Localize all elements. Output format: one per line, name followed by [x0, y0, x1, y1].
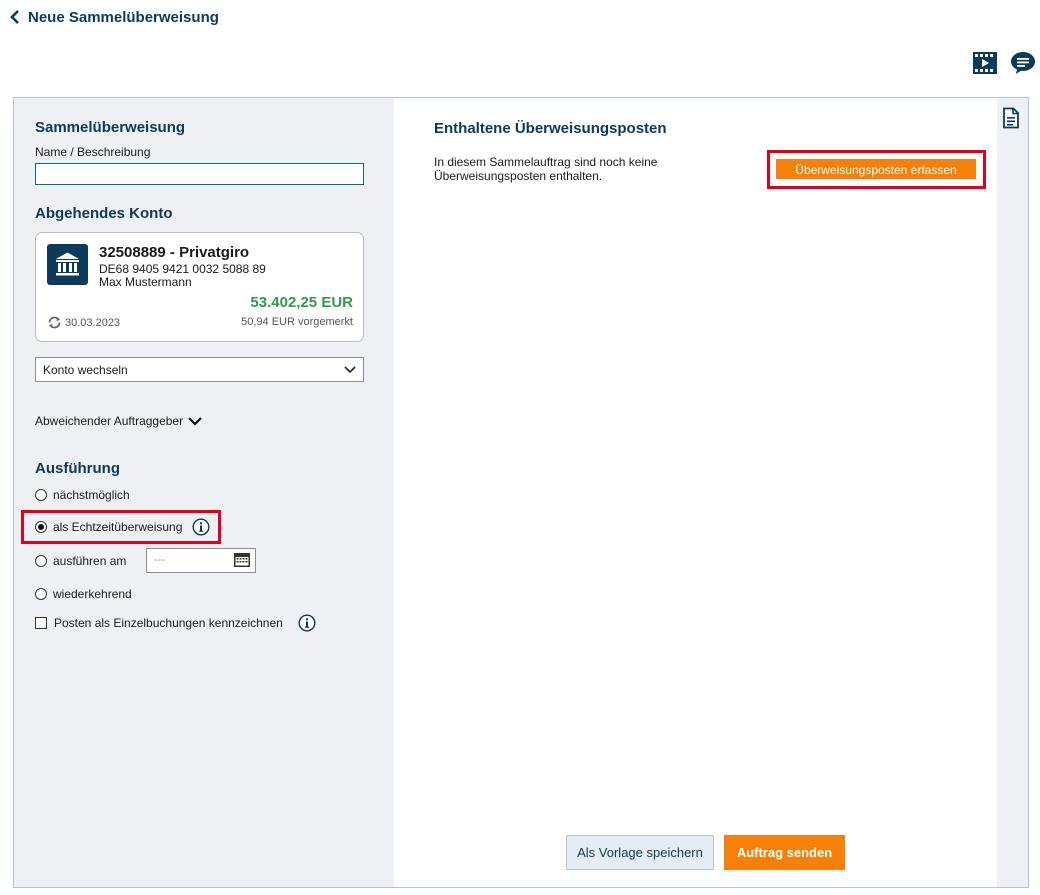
account-date: 30.03.2023 [47, 316, 120, 329]
top-icons [972, 50, 1036, 76]
video-icon[interactable] [972, 50, 998, 76]
option-recurring-label: wiederkehrend [53, 587, 132, 601]
info-icon[interactable] [192, 518, 210, 536]
option-recurring[interactable]: wiederkehrend [35, 587, 132, 601]
option-asap-label: nächstmöglich [53, 488, 130, 502]
account-iban: DE68 9405 9421 0032 5088 89 [99, 262, 266, 276]
date-input-placeholder: --- [154, 554, 165, 566]
bank-icon [47, 244, 88, 285]
account-card: 32508889 - Privatgiro DE68 9405 9421 003… [35, 232, 364, 342]
option-instant-label: als Echtzeitüberweisung [53, 520, 183, 534]
empty-message: In diesem Sammelauftrag sind noch keine … [434, 155, 658, 183]
single-bookings-label: Posten als Einzelbuchungen kennzeichnen [54, 616, 283, 630]
page-title: Neue Sammelüberweisung [28, 8, 219, 26]
info-icon[interactable] [298, 614, 316, 632]
back-link[interactable]: Neue Sammelüberweisung [8, 8, 219, 26]
radio-asap[interactable] [35, 489, 47, 501]
radio-on-date[interactable] [35, 555, 47, 567]
switch-account-label: Konto wechseln [43, 363, 128, 377]
radio-recurring[interactable] [35, 588, 47, 600]
document-icon[interactable] [1001, 107, 1021, 129]
name-input[interactable] [35, 163, 364, 185]
option-asap[interactable]: nächstmöglich [35, 488, 130, 502]
name-label: Name / Beschreibung [35, 145, 151, 159]
checkbox-single-bookings[interactable] [35, 617, 47, 629]
switch-account-select[interactable]: Konto wechseln [35, 357, 364, 382]
main-panel: Sammelüberweisung Name / Beschreibung Ab… [13, 97, 1029, 888]
chevron-left-icon [10, 10, 19, 24]
send-order-button[interactable]: Auftrag senden [724, 835, 845, 870]
different-orderer-label: Abweichender Auftraggeber [35, 414, 184, 428]
different-orderer-toggle[interactable]: Abweichender Auftraggeber [35, 414, 202, 428]
option-on-date-label: ausführen am [53, 554, 127, 568]
items-title: Enthaltene Überweisungsposten [434, 120, 667, 137]
add-item-button[interactable]: Überweisungsposten erfassen [776, 159, 976, 179]
account-pending: 50,94 EUR vorgemerkt [241, 316, 353, 328]
section-title-sammelueberweisung: Sammelüberweisung [35, 119, 186, 136]
account-date-text: 30.03.2023 [65, 316, 121, 329]
account-balance: 53.402,25 EUR [250, 294, 353, 311]
items-area: Enthaltene Überweisungsposten In diesem … [394, 98, 997, 887]
date-input[interactable]: --- [146, 548, 256, 573]
chevron-down-icon [188, 417, 202, 426]
refresh-icon [48, 316, 61, 329]
option-instant[interactable]: als Echtzeitüberweisung [35, 518, 210, 536]
radio-instant[interactable] [35, 521, 47, 533]
account-name: 32508889 - Privatgiro [99, 244, 250, 261]
section-title-account: Abgehendes Konto [35, 205, 173, 222]
option-single-bookings[interactable]: Posten als Einzelbuchungen kennzeichnen [35, 614, 316, 632]
option-on-date[interactable]: ausführen am [35, 554, 126, 568]
chat-icon[interactable] [1010, 50, 1036, 76]
account-owner: Max Mustermann [99, 275, 192, 289]
section-title-execution: Ausführung [35, 460, 120, 477]
calendar-icon[interactable] [233, 552, 251, 568]
top-bar: Neue Sammelüberweisung [0, 0, 1040, 40]
save-template-button[interactable]: Als Vorlage speichern [566, 835, 714, 870]
chevron-down-icon [344, 366, 356, 374]
